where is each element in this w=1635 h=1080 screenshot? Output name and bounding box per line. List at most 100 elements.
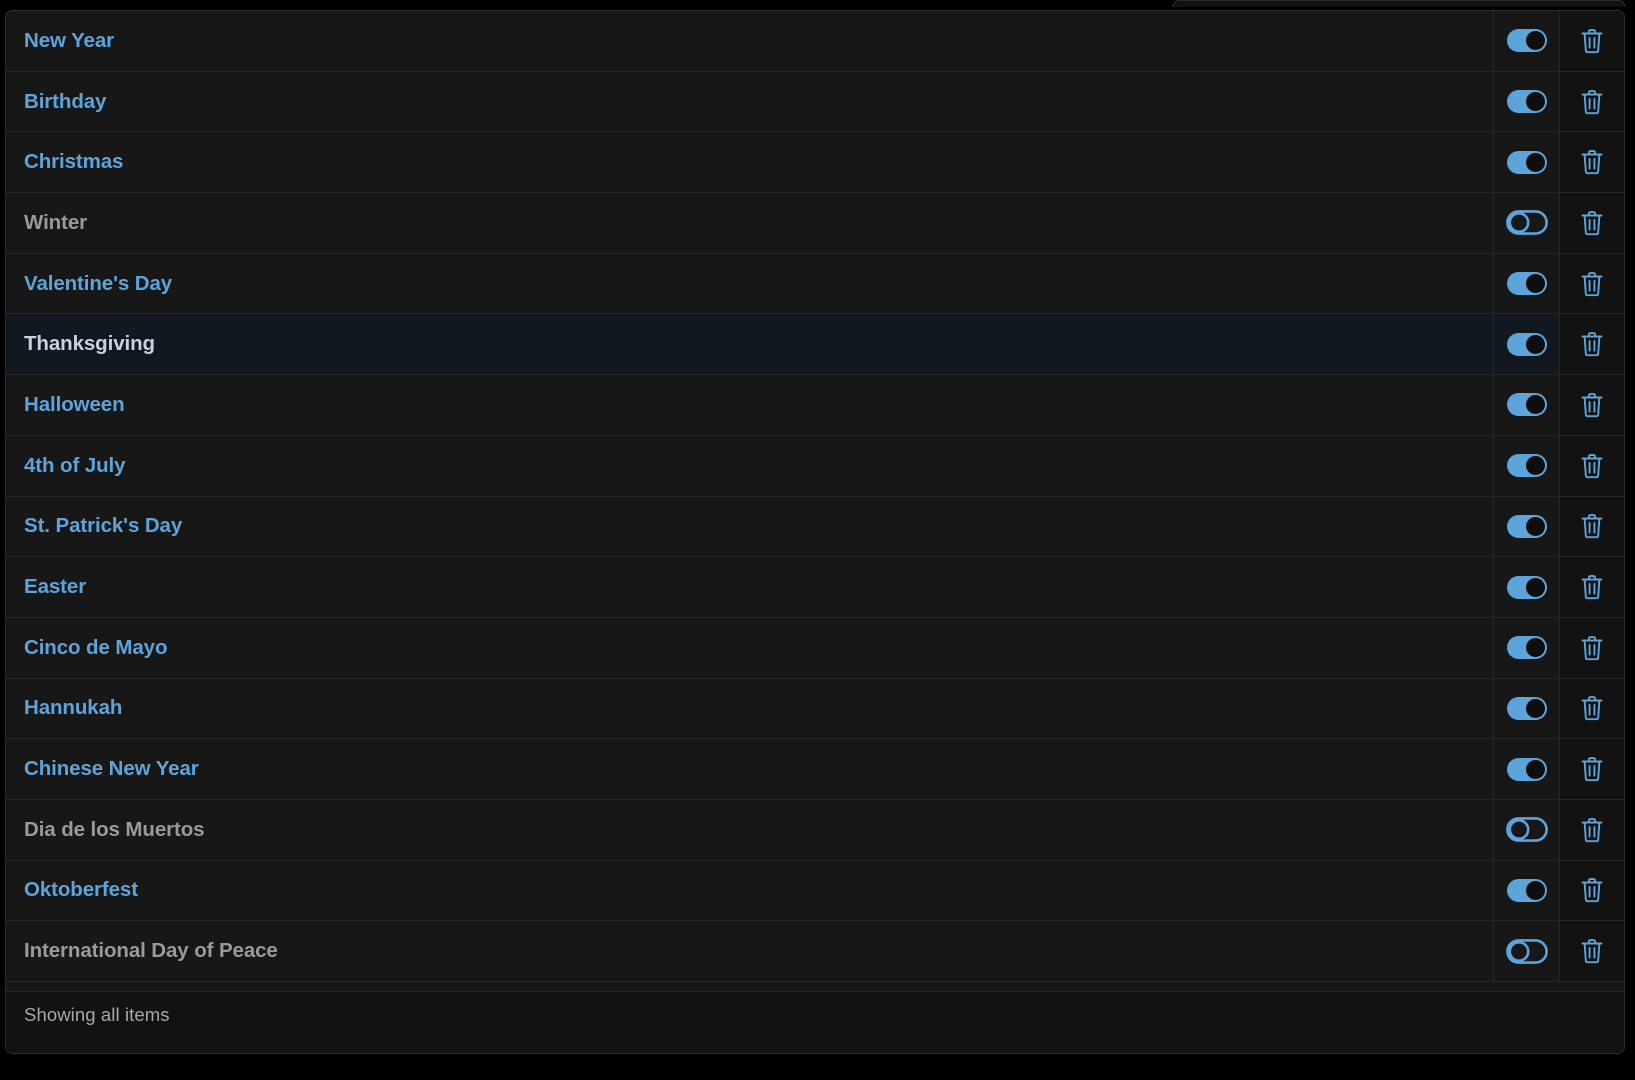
toggle-switch-icon <box>1505 938 1548 964</box>
delete-button[interactable] <box>1559 496 1624 557</box>
enabled-toggle[interactable] <box>1493 557 1559 617</box>
toggle-switch-icon <box>1506 878 1547 902</box>
trash-icon <box>1581 817 1603 842</box>
delete-button[interactable] <box>1559 253 1624 314</box>
delete-button[interactable] <box>1559 375 1624 435</box>
item-name[interactable]: Oktoberfest <box>6 861 1493 921</box>
toggle-switch-icon <box>1505 210 1548 236</box>
partial-element-above-table <box>1173 0 1625 7</box>
table-row[interactable]: Valentine's Day <box>6 253 1624 315</box>
item-name[interactable]: Thanksgiving <box>6 314 1493 374</box>
delete-button[interactable] <box>1559 557 1624 617</box>
table-row[interactable]: Thanksgiving <box>6 314 1624 376</box>
table-row[interactable]: Chinese New Year <box>6 739 1624 800</box>
toggle-switch-icon <box>1506 90 1547 114</box>
trash-icon <box>1581 332 1603 357</box>
item-name[interactable]: New Year <box>6 11 1493 71</box>
enabled-toggle[interactable] <box>1493 132 1559 193</box>
toggle-switch-icon <box>1505 817 1548 843</box>
trash-icon <box>1581 393 1603 418</box>
delete-button[interactable] <box>1559 193 1624 253</box>
trash-icon <box>1581 635 1603 660</box>
enabled-toggle[interactable] <box>1493 11 1559 71</box>
toggle-switch-icon <box>1506 757 1547 781</box>
trash-icon <box>1581 575 1603 600</box>
table-row[interactable]: Halloween <box>6 375 1624 436</box>
item-name[interactable]: Hannukah <box>6 679 1493 739</box>
trash-icon <box>1581 757 1603 782</box>
enabled-toggle[interactable] <box>1493 496 1559 557</box>
toggle-switch-icon <box>1506 393 1547 417</box>
enabled-toggle[interactable] <box>1493 799 1559 860</box>
enabled-toggle[interactable] <box>1493 678 1559 739</box>
delete-button[interactable] <box>1559 132 1624 193</box>
delete-button[interactable] <box>1559 860 1624 921</box>
status-text: Showing all items <box>24 1004 170 1025</box>
table-row[interactable]: St. Patrick's Day <box>6 496 1624 558</box>
enabled-toggle[interactable] <box>1493 617 1559 678</box>
item-name[interactable]: St. Patrick's Day <box>6 497 1493 557</box>
trash-icon <box>1581 514 1603 539</box>
table-row[interactable]: Easter <box>6 557 1624 618</box>
trash-icon <box>1581 150 1603 175</box>
item-name[interactable]: Chinese New Year <box>6 739 1493 799</box>
item-name[interactable]: Winter <box>6 193 1493 253</box>
enabled-toggle[interactable] <box>1493 739 1559 799</box>
toggle-switch-icon <box>1506 514 1547 538</box>
trash-icon <box>1581 939 1603 964</box>
item-name[interactable]: Halloween <box>6 375 1493 435</box>
table-row[interactable]: New Year <box>6 11 1624 72</box>
item-name[interactable]: Easter <box>6 557 1493 617</box>
item-name[interactable]: Cinco de Mayo <box>6 618 1493 678</box>
table-row[interactable]: International Day of Peace <box>6 921 1624 982</box>
table-row[interactable]: 4th of July <box>6 435 1624 497</box>
enabled-toggle[interactable] <box>1493 193 1559 253</box>
trash-icon <box>1581 696 1603 721</box>
item-name[interactable]: Valentine's Day <box>6 254 1493 314</box>
toggle-switch-icon <box>1506 272 1547 296</box>
table-footer: Showing all items <box>6 991 1624 1053</box>
table-row[interactable]: Dia de los Muertos <box>6 799 1624 861</box>
enabled-toggle[interactable] <box>1493 435 1559 496</box>
toggle-switch-icon <box>1506 636 1547 660</box>
table-body: New Year Birthday Christmas Winter Valentine… <box>6 11 1624 982</box>
toggle-switch-icon <box>1506 696 1547 720</box>
toggle-switch-icon <box>1506 29 1547 53</box>
trash-icon <box>1581 211 1603 236</box>
delete-button[interactable] <box>1559 435 1624 496</box>
delete-button[interactable] <box>1559 11 1624 71</box>
toggle-switch-icon <box>1506 575 1547 599</box>
enabled-toggle[interactable] <box>1493 253 1559 314</box>
item-name[interactable]: International Day of Peace <box>6 921 1493 981</box>
delete-button[interactable] <box>1559 678 1624 739</box>
table-row[interactable]: Winter <box>6 193 1624 254</box>
delete-button[interactable] <box>1559 799 1624 860</box>
table-row[interactable]: Oktoberfest <box>6 860 1624 922</box>
trash-icon <box>1581 28 1603 53</box>
delete-button[interactable] <box>1559 314 1624 375</box>
table-row[interactable]: Hannukah <box>6 678 1624 740</box>
enabled-toggle[interactable] <box>1493 375 1559 435</box>
trash-icon <box>1581 271 1603 296</box>
delete-button[interactable] <box>1559 921 1624 981</box>
table-row[interactable]: Cinco de Mayo <box>6 617 1624 679</box>
item-name[interactable]: Dia de los Muertos <box>6 800 1493 860</box>
enabled-toggle[interactable] <box>1493 71 1559 132</box>
trash-icon <box>1581 453 1603 478</box>
table-row[interactable]: Christmas <box>6 132 1624 194</box>
enabled-toggle[interactable] <box>1493 860 1559 921</box>
toggle-switch-icon <box>1506 454 1547 478</box>
toggle-switch-icon <box>1506 150 1547 174</box>
trash-icon <box>1581 878 1603 903</box>
toggle-switch-icon <box>1506 332 1547 356</box>
table-row[interactable]: Birthday <box>6 71 1624 133</box>
items-table: New Year Birthday Christmas Winter Valentine… <box>5 10 1625 1054</box>
enabled-toggle[interactable] <box>1493 921 1559 981</box>
item-name[interactable]: Birthday <box>6 72 1493 132</box>
enabled-toggle[interactable] <box>1493 314 1559 375</box>
item-name[interactable]: 4th of July <box>6 436 1493 496</box>
delete-button[interactable] <box>1559 739 1624 799</box>
delete-button[interactable] <box>1559 617 1624 678</box>
delete-button[interactable] <box>1559 71 1624 132</box>
item-name[interactable]: Christmas <box>6 132 1493 192</box>
